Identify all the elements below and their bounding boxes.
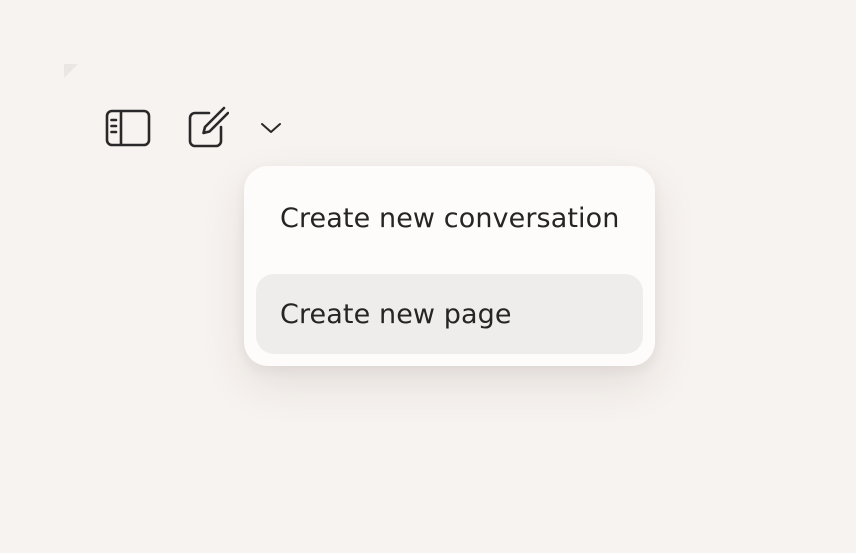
chevron-down-icon [261, 123, 281, 133]
corner-decoration [64, 64, 78, 78]
app-canvas: Create new conversation Create new page [0, 0, 856, 553]
sidebar-toggle-icon [105, 109, 151, 147]
new-item-dropdown-menu: Create new conversation Create new page [244, 166, 655, 366]
new-item-dropdown-button[interactable] [256, 114, 286, 142]
compose-edit-icon [188, 106, 229, 148]
menu-item-create-new-page[interactable]: Create new page [256, 274, 643, 354]
sidebar-toggle-button[interactable] [104, 106, 152, 150]
menu-item-create-new-conversation[interactable]: Create new conversation [256, 178, 643, 258]
toolbar [100, 104, 300, 152]
new-item-button[interactable] [186, 104, 230, 150]
